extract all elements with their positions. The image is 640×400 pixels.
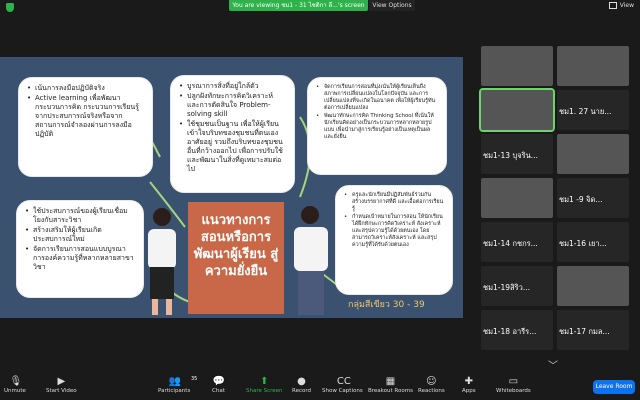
- shield-icon[interactable]: [6, 3, 14, 12]
- participant-tile[interactable]: ชม1-13 บุจริน...: [481, 134, 553, 174]
- unmute-label: Unmute: [4, 388, 26, 394]
- participant-name: ชม1-18 อารีร...: [483, 327, 537, 336]
- share-screen-label: Share Screen: [246, 388, 283, 394]
- mic-off-icon: 🎙: [9, 376, 23, 387]
- box-top-mid: บูรณาการสิ่งที่อยู่ใกล้ตัว ปลูกฝังทักษะก…: [170, 75, 295, 193]
- box-item: พัฒนาทักษะการคิด Thinking School ที่เน้น…: [316, 113, 438, 141]
- box-item: บูรณาการสิ่งที่อยู่ใกล้ตัว: [179, 82, 286, 91]
- box-item: จัดการเรียนการสอนแบบบูรณาการองค์ความรู้ท…: [25, 245, 135, 272]
- slide-title: แนวทางการ สอนหรือการ พัฒนาผู้เรียน สู่คว…: [188, 202, 284, 314]
- shared-screen: เน้นการลงมือปฏิบัติจริง Active learning …: [0, 57, 463, 318]
- breakout-rooms-button[interactable]: ▦ Breakout Rooms: [368, 376, 413, 394]
- group-label: กลุ่มสีเขียว 30 - 39: [348, 300, 425, 310]
- box-top-right: จัดการเรียนการสอนที่มุ่งเน้นให้ผู้เรียนเ…: [307, 77, 447, 175]
- smiley-icon: ☺: [426, 376, 437, 387]
- chat-icon: 💬: [212, 376, 226, 387]
- participant-tile[interactable]: ชม1 -9 จิด...: [557, 178, 629, 218]
- participant-video-tile-active[interactable]: [479, 88, 555, 132]
- participant-tile[interactable]: ชม1. 27 นาย...: [557, 90, 629, 130]
- box-item: จัดการเรียนการสอนที่มุ่งเน้นให้ผู้เรียนเ…: [316, 84, 438, 112]
- participant-tile[interactable]: ชม1-16 เยา...: [557, 222, 629, 262]
- start-video-label: Start Video: [46, 388, 77, 394]
- box-item: สร้างเสริมให้ผู้เรียนเกิดประสบการณ์ใหม่: [25, 226, 135, 244]
- chat-button[interactable]: 💬 Chat: [212, 376, 225, 394]
- captions-icon: CC: [336, 376, 351, 387]
- box-item: กำหนดเป้าหมายในการสอน ให้นักเรียนได้ฝึกท…: [344, 214, 444, 249]
- participant-name: ชม1 -9 จิด...: [559, 195, 603, 204]
- participant-tile[interactable]: ชม1-17 กมล...: [557, 310, 629, 350]
- participant-tile[interactable]: ชม1-14 กชกร...: [481, 222, 553, 262]
- participant-name: ชม1-17 กมล...: [559, 327, 610, 336]
- view-options-button[interactable]: View Options: [369, 0, 415, 11]
- view-button[interactable]: View: [608, 2, 634, 9]
- participants-icon: 👥 35: [168, 376, 198, 387]
- female-teacher-illustration: [148, 208, 176, 315]
- participant-video-tile[interactable]: [481, 178, 553, 218]
- box-bottom-right: ครูและนักเรียนมีปฏิสัมพันธ์ร่วมกัน สร้าง…: [335, 185, 453, 295]
- top-bar: You are viewing ชม1 - 31 ไชติกา ลี...'s …: [0, 0, 640, 14]
- participants-count: 35: [190, 376, 198, 382]
- record-icon: ●: [297, 376, 306, 387]
- box-top-left: เน้นการลงมือปฏิบัติจริง Active learning …: [18, 77, 153, 177]
- apps-label: Apps: [462, 388, 476, 394]
- box-item: ปลูกฝังทักษะการคิดวิเคราะห์ และการตัดสิน…: [179, 92, 286, 119]
- box-bottom-left: ใช้ประสบการณ์ของผู้เรียนเชื่อมโยงกับสาระ…: [16, 200, 144, 298]
- participant-gallery: ชม1. 27 นาย... ชม1-13 บุจริน... ชม1 -9 จ…: [463, 14, 640, 374]
- participant-video-tile[interactable]: [481, 46, 553, 86]
- box-item: Active learning เพื่อพัฒนากระบวนการคิด ก…: [27, 94, 144, 139]
- participant-video-tile[interactable]: [557, 134, 629, 174]
- share-screen-icon: ⬆: [260, 376, 269, 387]
- video-off-icon: ▶: [57, 376, 66, 387]
- breakout-rooms-label: Breakout Rooms: [368, 388, 413, 394]
- grid-icon: [608, 2, 617, 9]
- apps-button[interactable]: ✚ Apps: [462, 376, 476, 394]
- whiteboards-button[interactable]: ▭ Whiteboards: [496, 376, 531, 394]
- reactions-button[interactable]: ☺ Reactions: [418, 376, 445, 394]
- breakout-rooms-icon: ▦: [385, 376, 396, 387]
- whiteboard-icon: ▭: [508, 376, 519, 387]
- reactions-label: Reactions: [418, 388, 445, 394]
- share-screen-button[interactable]: ⬆ Share Screen: [246, 376, 283, 394]
- box-item: ใช้ประสบการณ์ของผู้เรียนเชื่อมโยงกับสาระ…: [25, 207, 135, 225]
- participant-name: ชม1-13 บุจริน...: [483, 151, 538, 160]
- participant-tile[interactable]: ชม1-19สิริว...: [481, 266, 553, 306]
- chevron-down-icon[interactable]: ﹀: [546, 357, 560, 372]
- box-item: ใช้ชุมชนเป็นฐาน เพื่อให้ผู้เรียนเข้าใจบร…: [179, 120, 286, 174]
- show-captions-label: Show Captions: [322, 388, 363, 394]
- participant-name: ชม1-19สิริว...: [483, 283, 531, 292]
- male-teacher-illustration: [294, 206, 328, 315]
- start-video-button[interactable]: ▶ Start Video: [46, 376, 77, 394]
- whiteboards-label: Whiteboards: [496, 388, 531, 394]
- participant-tile[interactable]: ชม1-18 อารีร...: [481, 310, 553, 350]
- box-item: เน้นการลงมือปฏิบัติจริง: [27, 84, 144, 93]
- meeting-toolbar: 🎙 Unmute ▶ Start Video 👥 35 Participants …: [0, 374, 640, 400]
- viewing-banner: You are viewing ชม1 - 31 ไชติกา ลี...'s …: [229, 0, 368, 11]
- apps-icon: ✚: [464, 376, 473, 387]
- view-label: View: [619, 2, 634, 9]
- participant-name: ชม1-14 กชกร...: [483, 239, 538, 248]
- participant-name: ชม1-16 เยา...: [559, 239, 607, 248]
- participant-video-tile[interactable]: [557, 266, 629, 306]
- record-button[interactable]: ● Record: [292, 376, 311, 394]
- chat-label: Chat: [212, 388, 225, 394]
- show-captions-button[interactable]: CC Show Captions: [322, 376, 363, 394]
- record-label: Record: [292, 388, 312, 394]
- leave-room-button[interactable]: Leave Room: [593, 380, 635, 394]
- participant-video-tile[interactable]: [557, 46, 629, 86]
- participants-button[interactable]: 👥 35 Participants: [158, 376, 198, 394]
- participant-name: ชม1. 27 นาย...: [559, 107, 612, 116]
- participants-label: Participants: [158, 388, 191, 394]
- unmute-button[interactable]: 🎙 Unmute: [4, 376, 26, 394]
- box-item: ครูและนักเรียนมีปฏิสัมพันธ์ร่วมกัน สร้าง…: [344, 192, 444, 213]
